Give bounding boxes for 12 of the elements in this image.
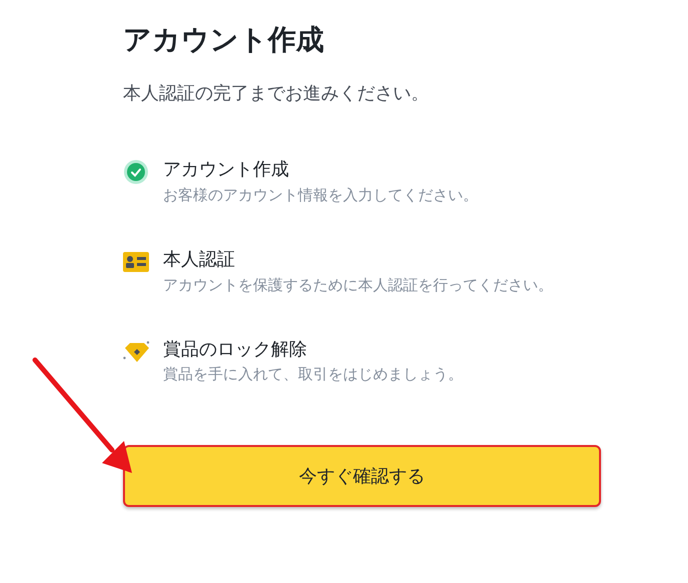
subtitle: 本人認証の完了までお進みください。 [123,82,430,106]
step-title: アカウント作成 [163,158,290,182]
step-description: お客様のアカウント情報を入力してください。 [163,184,479,206]
step-description: アカウントを保護するために本人認証を行ってください。 [163,274,554,296]
page-title: アカウント作成 [123,22,325,58]
check-circle-icon [123,159,149,186]
step-title: 本人認証 [163,248,236,272]
diamond-icon [123,340,151,363]
id-card-icon [123,252,149,272]
verify-now-button[interactable]: 今すぐ確認する [123,445,601,508]
step-title: 賞品のロック解除 [163,338,308,362]
step-description: 賞品を手に入れて、取引をはじめましょう。 [163,364,464,386]
